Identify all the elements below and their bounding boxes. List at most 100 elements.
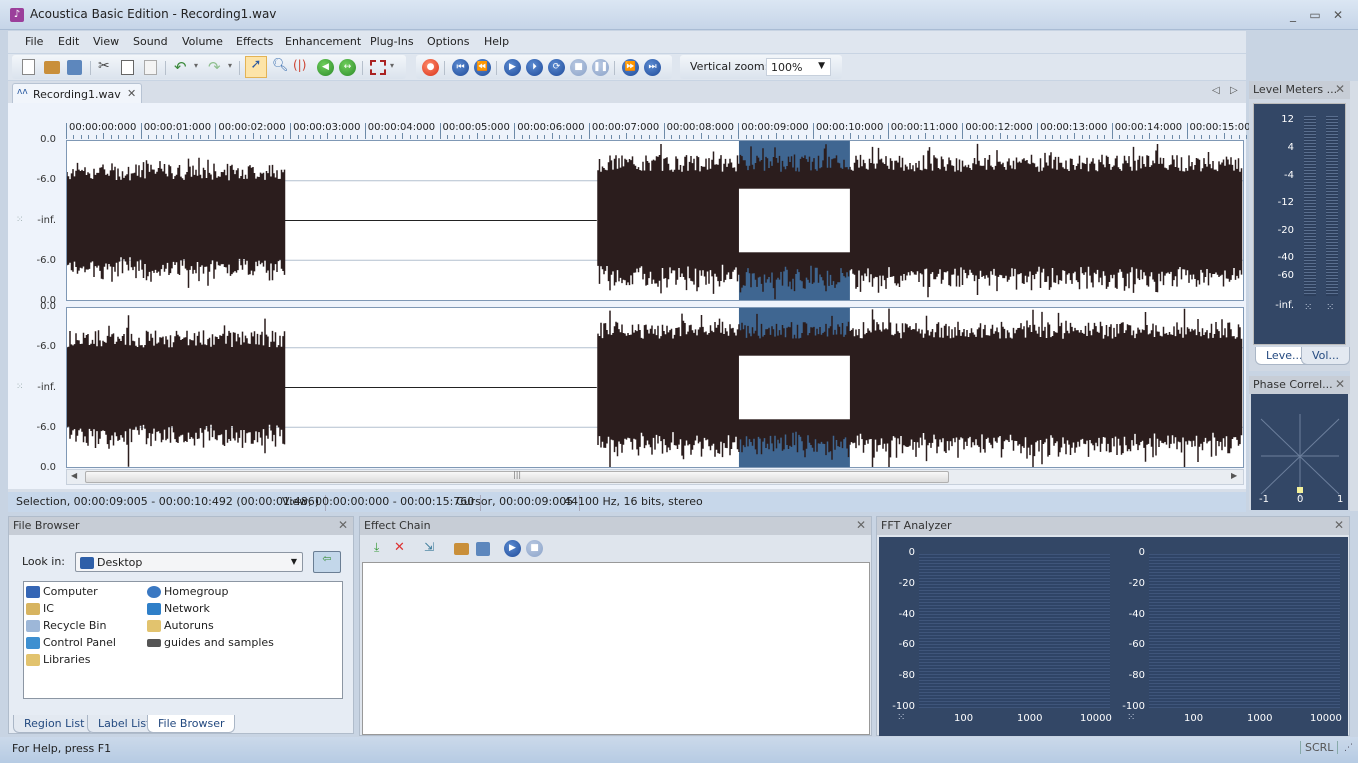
play-selection-icon[interactable]: ⏵ — [526, 59, 543, 76]
undo-icon[interactable]: ↶ — [174, 58, 187, 76]
menu-options[interactable]: Options — [427, 35, 469, 48]
tab-scroll-right-icon[interactable]: ▷ — [1230, 85, 1238, 96]
record-icon[interactable]: ● — [422, 59, 439, 76]
save-icon[interactable] — [67, 60, 82, 75]
amplitude-label: -6.0 — [36, 174, 56, 186]
close-icon[interactable]: ✕ — [1334, 518, 1344, 532]
resize-grip-icon[interactable]: ⋰ — [1344, 743, 1353, 753]
close-icon[interactable]: ✕ — [338, 518, 348, 532]
menu-help[interactable]: Help — [484, 35, 509, 48]
tab-volume[interactable]: Vol... — [1301, 347, 1350, 365]
horizontal-scrollbar[interactable]: ◀ ||| ▶ — [66, 469, 1244, 485]
menu-enhancement[interactable]: Enhancement — [285, 35, 361, 48]
ruler-tick — [887, 123, 889, 139]
rewind-icon[interactable]: ⏪ — [474, 59, 491, 76]
loop-icon[interactable]: ⟳ — [548, 59, 565, 76]
list-item-ic[interactable]: IC — [26, 602, 54, 615]
effect-chain-title: Effect Chain — [364, 519, 431, 532]
tab-file-browser[interactable]: File Browser — [147, 715, 236, 733]
fast-forward-icon[interactable]: ⏩ — [622, 59, 639, 76]
ruler-label: 00:00:05:000 — [442, 122, 510, 133]
level-meters-header: Level Meters ... ✕ — [1249, 81, 1350, 99]
undo-dropdown-icon[interactable]: ▾ — [194, 61, 198, 70]
stop-icon[interactable]: ■ — [570, 59, 587, 76]
fft-y-label: -20 — [1128, 577, 1145, 589]
maximize-button[interactable]: ▭ — [1306, 8, 1324, 22]
list-item-recycle-bin[interactable]: Recycle Bin — [26, 619, 106, 632]
menu-edit[interactable]: Edit — [58, 35, 79, 48]
redo-icon[interactable]: ↷ — [208, 58, 221, 76]
look-in-select[interactable]: Desktop ▼ — [75, 552, 303, 572]
play-icon[interactable]: ▶ — [504, 540, 521, 557]
time-ruler[interactable]: 00:00:00:000 00:00:01:000 00:00:02:000 00:0… — [66, 103, 1255, 140]
redo-dropdown-icon[interactable]: ▾ — [228, 61, 232, 70]
file-list[interactable]: Computer IC Recycle Bin Control Panel Li… — [23, 581, 343, 699]
back-icon[interactable]: ◀ — [317, 59, 334, 76]
tab-scroll-left-icon[interactable]: ◁ — [1212, 85, 1220, 96]
tab-region-list[interactable]: Region List — [13, 715, 96, 733]
meter-peak-reset-icon[interactable]: ⁙ — [1326, 302, 1334, 313]
scroll-left-icon[interactable]: ◀ — [71, 471, 77, 480]
menu-bar: File Edit View Sound Volume Effects Enha… — [8, 31, 1246, 53]
list-item-network[interactable]: Network — [147, 602, 210, 615]
waveform-area[interactable]: 00:00:00:000 00:00:01:000 00:00:02:000 00:0… — [8, 103, 1255, 489]
channel-handle-icon[interactable]: ⁙ — [16, 382, 24, 392]
minimize-button[interactable]: _ — [1284, 8, 1302, 22]
channel-right[interactable] — [66, 307, 1244, 473]
go-to-start-icon[interactable]: ⏮ — [452, 59, 469, 76]
fft-reset-icon[interactable]: ⁙ — [1127, 712, 1135, 723]
list-item-control-panel[interactable]: Control Panel — [26, 636, 116, 649]
meter-peak-reset-icon[interactable]: ⁙ — [1304, 302, 1312, 313]
move-effect-icon[interactable]: ⇲ — [424, 540, 434, 554]
new-file-icon[interactable] — [22, 59, 35, 75]
open-icon[interactable] — [44, 61, 60, 74]
close-tab-icon[interactable]: ✕ — [127, 87, 136, 100]
close-icon[interactable]: ✕ — [1335, 377, 1345, 391]
grid-dropdown-icon[interactable]: ▾ — [390, 61, 394, 70]
list-item-libraries[interactable]: Libraries — [26, 653, 91, 666]
menu-view[interactable]: View — [93, 35, 119, 48]
menu-effects[interactable]: Effects — [236, 35, 273, 48]
cut-icon[interactable]: ✂ — [98, 58, 110, 74]
effect-chain-header: Effect Chain ✕ — [360, 517, 871, 535]
open-preset-icon[interactable] — [454, 543, 469, 555]
ruler-tick — [140, 123, 142, 139]
tab-recording1[interactable]: ᴧᴧ Recording1.wav ✕ — [12, 83, 142, 103]
zoom-tool-icon[interactable]: 🔍︎ — [272, 58, 289, 73]
fft-reset-icon[interactable]: ⁙ — [897, 712, 905, 723]
list-item-computer[interactable]: Computer — [26, 585, 98, 598]
zoom-toolbar: Vertical zoom: 100% ▼ — [680, 55, 842, 79]
menu-file[interactable]: File — [25, 35, 43, 48]
channel-handle-icon[interactable]: ⁙ — [16, 215, 24, 225]
pause-icon[interactable]: ❚❚ — [592, 59, 609, 76]
effect-chain-list[interactable] — [362, 562, 870, 735]
remove-effect-icon[interactable]: ✕ — [394, 540, 405, 555]
scroll-right-icon[interactable]: ▶ — [1231, 471, 1237, 480]
ruler-label: 00:00:03:000 — [293, 122, 361, 133]
menu-plug-ins[interactable]: Plug-Ins — [370, 35, 414, 48]
go-to-end-icon[interactable]: ⏭ — [644, 59, 661, 76]
save-preset-icon[interactable] — [476, 542, 490, 556]
stop-icon[interactable]: ■ — [526, 540, 543, 557]
close-icon[interactable]: ✕ — [1335, 82, 1345, 96]
grid-icon[interactable] — [370, 60, 386, 75]
scrub-tool-icon[interactable]: (|) — [293, 58, 306, 72]
list-item-guides-and-samples[interactable]: guides and samples — [147, 636, 274, 649]
add-effect-icon[interactable]: ⤓ — [374, 540, 379, 555]
close-icon[interactable]: ✕ — [856, 518, 866, 532]
menu-volume[interactable]: Volume — [182, 35, 223, 48]
amplitude-label: -6.0 — [36, 254, 56, 266]
scrollbar-thumb[interactable]: ||| — [85, 470, 949, 483]
close-button[interactable]: ✕ — [1329, 8, 1347, 22]
fit-icon[interactable]: ↔ — [339, 59, 356, 76]
select-tool-icon[interactable]: ➚ — [245, 56, 267, 78]
vertical-zoom-select[interactable]: 100% ▼ — [766, 58, 831, 76]
list-item-homegroup[interactable]: Homegroup — [147, 585, 228, 598]
copy-icon[interactable] — [121, 60, 134, 75]
menu-sound[interactable]: Sound — [133, 35, 168, 48]
paste-icon[interactable] — [144, 60, 157, 75]
list-item-autoruns[interactable]: Autoruns — [147, 619, 214, 632]
channel-left[interactable] — [66, 140, 1244, 301]
play-icon[interactable]: ▶ — [504, 59, 521, 76]
up-folder-button[interactable]: ⇦ — [313, 551, 341, 573]
